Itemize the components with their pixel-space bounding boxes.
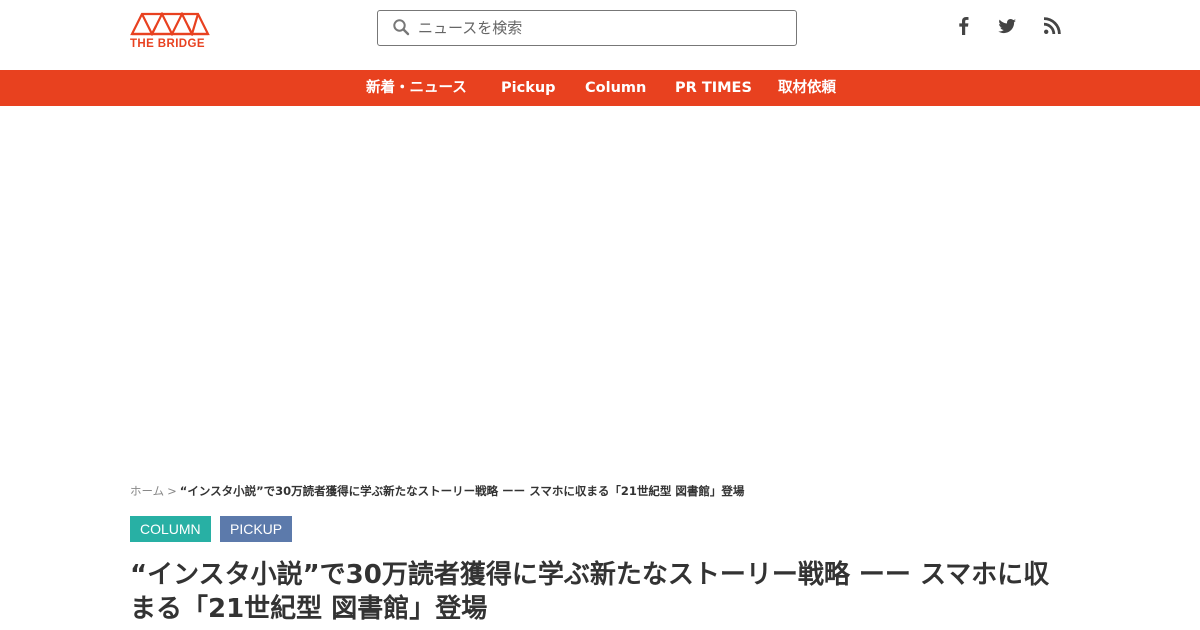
search-box — [377, 10, 797, 46]
twitter-icon[interactable] — [997, 16, 1017, 36]
breadcrumb-separator: > — [167, 484, 177, 498]
rss-icon[interactable] — [1042, 16, 1062, 36]
ad-space — [0, 106, 1200, 476]
nav-item-column[interactable]: Column — [585, 70, 646, 106]
article-title: “インスタ小説”で30万読者獲得に学ぶ新たなストーリー戦略 ーー スマホに収まる… — [130, 560, 1050, 624]
site-header: THE BRIDGE — [0, 0, 1200, 70]
nav-item-pickup[interactable]: Pickup — [501, 70, 556, 106]
nav-item-coverage-request[interactable]: 取材依頼 — [778, 70, 836, 106]
logo-text: THE BRIDGE — [130, 38, 205, 50]
breadcrumb: ホーム > “インスタ小説”で30万読者獲得に学ぶ新たなストーリー戦略 ーー スマホ… — [130, 483, 1070, 499]
nav-item-news[interactable]: 新着・ニュース — [366, 70, 467, 106]
breadcrumb-home-link[interactable]: ホーム — [130, 484, 164, 498]
breadcrumb-current: “インスタ小説”で30万読者獲得に学ぶ新たなストーリー戦略 ーー スマホに収まる… — [179, 484, 745, 498]
nav-item-pr-times[interactable]: PR TIMES — [675, 70, 752, 106]
search-input[interactable] — [418, 11, 788, 45]
tag-pickup[interactable]: PICKUP — [220, 516, 293, 542]
search-icon[interactable] — [392, 18, 410, 36]
bridge-logo-icon — [130, 12, 210, 36]
facebook-icon[interactable] — [954, 16, 974, 36]
tag-column[interactable]: COLUMN — [130, 516, 211, 542]
main-nav: 新着・ニュース Pickup Column PR TIMES 取材依頼 — [0, 70, 1200, 106]
site-logo[interactable]: THE BRIDGE — [130, 12, 210, 52]
